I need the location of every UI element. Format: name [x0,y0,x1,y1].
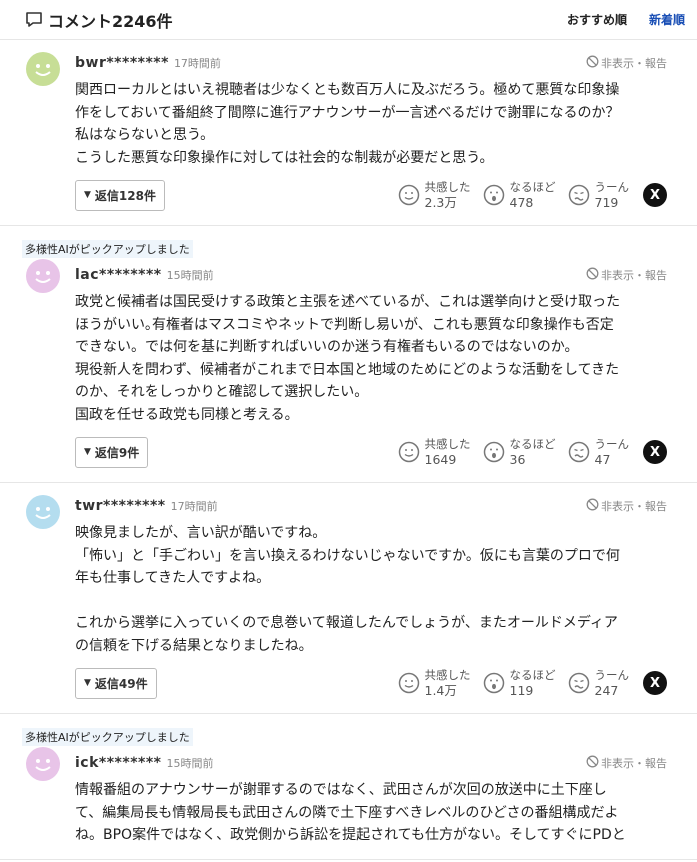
comment-body: 政党と候補者は国民受けする政策と主張を述べているが、これは選挙向けと受け取った … [75,294,621,423]
reply-count: 返信49件 [94,676,148,691]
comment-body: 映像見ましたが、言い訳が酷いですね。 「怖い」と「手ごわい」を言い換えるわけない… [75,525,620,654]
hide-report-button[interactable]: 非表示・報告 [586,55,667,71]
username[interactable]: ick******** [75,755,161,771]
ai-pick-badge: 多様性AIがピックアップしました [22,240,193,258]
ai-pick-badge: 多様性AIがピックアップしました [22,728,193,746]
like-face-icon [398,441,420,463]
insight-face-icon [483,441,505,463]
reaction-label: うーん [594,180,630,194]
reaction-count: 2.3万 [424,195,457,210]
hmm-face-icon [568,184,590,206]
x-share-icon[interactable]: X [643,671,667,695]
reaction-label: なるほど [509,668,556,682]
reaction-count: 1649 [424,452,457,467]
reaction-hmm-button[interactable]: うーん 719 [568,180,630,210]
hide-report-button[interactable]: 非表示・報告 [586,267,667,283]
report-label: 非表示・報告 [601,269,667,282]
reaction-hmm-button[interactable]: うーん 47 [568,437,630,467]
avatar[interactable] [26,495,60,529]
like-face-icon [398,184,420,206]
reactions: 共感した 1.4万 なるほど 119 うーん 247 X [398,668,667,698]
reaction-label: 共感した [424,668,471,682]
reply-toggle-button[interactable]: ▼ 返信128件 [75,179,165,211]
comment-item: 多様性AIがピックアップしました ick******** 15時間前 非表示・報告情報… [0,714,697,860]
reaction-label: なるほど [509,180,556,194]
comment-body: 関西ローカルとはいえ視聴者は少なくとも数百万人に及ぶだろう。極めて悪質な印象操 … [75,82,620,166]
prohibit-icon [586,755,601,771]
post-time: 17時間前 [170,500,218,513]
comments-header: コメント2246件 おすすめ順 新着順 [0,0,697,40]
triangle-down-icon: ▼ [84,447,91,457]
prohibit-icon [586,498,601,514]
username[interactable]: lac******** [75,267,162,283]
reaction-insight-button[interactable]: なるほど 119 [483,668,556,698]
reaction-label: 共感した [424,180,471,194]
reaction-count: 478 [509,195,534,210]
reaction-count: 719 [594,195,619,210]
comment-body: 情報番組のアナウンサーが謝罪するのではなく、武田さんが次回の放送中に土下座し て… [75,782,626,843]
reaction-label: うーん [594,437,630,451]
avatar[interactable] [26,52,60,86]
report-label: 非表示・報告 [601,57,667,70]
hide-report-button[interactable]: 非表示・報告 [586,498,667,514]
sort-newest-tab[interactable]: 新着順 [649,11,685,28]
reaction-count: 247 [594,683,619,698]
post-time: 15時間前 [166,269,214,282]
reaction-count: 1.4万 [424,683,457,698]
comment-count-title: コメント2246件 [48,11,173,31]
username[interactable]: twr******** [75,498,166,514]
report-label: 非表示・報告 [601,757,667,770]
insight-face-icon [483,672,505,694]
avatar[interactable] [26,747,60,781]
post-time: 17時間前 [173,57,221,70]
reaction-count: 47 [594,452,611,467]
hide-report-button[interactable]: 非表示・報告 [586,755,667,771]
x-share-icon[interactable]: X [643,183,667,207]
comment-item: 多様性AIがピックアップしました lac******** 15時間前 非表示・報告政党… [0,226,697,483]
reply-count: 返信9件 [94,445,140,460]
reaction-count: 36 [509,452,526,467]
prohibit-icon [586,267,601,283]
x-share-icon[interactable]: X [643,440,667,464]
post-time: 15時間前 [166,757,214,770]
reaction-like-button[interactable]: 共感した 1.4万 [398,668,471,698]
reaction-label: なるほど [509,437,556,451]
reply-toggle-button[interactable]: ▼ 返信49件 [75,667,157,699]
comment-item: bwr******** 17時間前 非表示・報告関西ローカルとはいえ視聴者は少なくと… [0,40,697,226]
triangle-down-icon: ▼ [84,190,91,200]
reaction-insight-button[interactable]: なるほど 478 [483,180,556,210]
avatar[interactable] [26,259,60,293]
comment-item: twr******** 17時間前 非表示・報告映像見ましたが、言い訳が酷いですね。… [0,483,697,714]
reaction-like-button[interactable]: 共感した 1649 [398,437,471,467]
reply-count: 返信128件 [94,188,156,203]
reply-toggle-button[interactable]: ▼ 返信9件 [75,436,149,468]
like-face-icon [398,672,420,694]
insight-face-icon [483,184,505,206]
reaction-like-button[interactable]: 共感した 2.3万 [398,180,471,210]
hmm-face-icon [568,672,590,694]
reaction-label: 共感した [424,437,471,451]
triangle-down-icon: ▼ [84,678,91,688]
report-label: 非表示・報告 [601,500,667,513]
reaction-hmm-button[interactable]: うーん 247 [568,668,630,698]
reaction-insight-button[interactable]: なるほど 36 [483,437,556,467]
reactions: 共感した 1649 なるほど 36 うーん 47 X [398,437,667,467]
comment-icon [24,10,44,30]
hmm-face-icon [568,441,590,463]
reactions: 共感した 2.3万 なるほど 478 うーん 719 X [398,180,667,210]
sort-recommended-tab[interactable]: おすすめ順 [567,11,627,28]
comment-list: bwr******** 17時間前 非表示・報告 関西ローカルとはいえ視聴者は少なくと… [0,40,697,860]
prohibit-icon [586,55,601,71]
reaction-count: 119 [509,683,534,698]
reaction-label: うーん [594,668,630,682]
username[interactable]: bwr******** [75,55,169,71]
